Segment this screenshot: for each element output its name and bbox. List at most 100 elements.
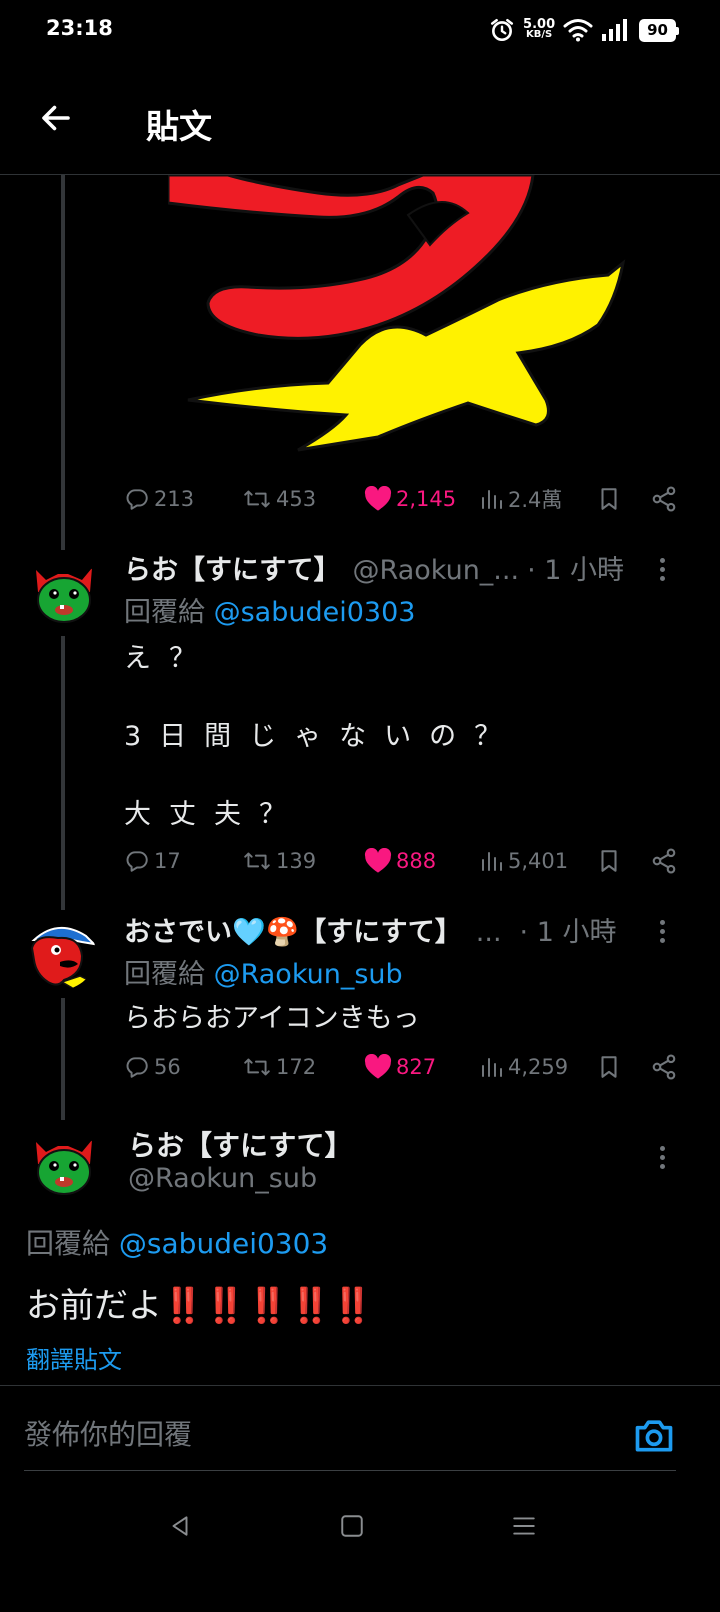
nav-back-button[interactable] [160, 1506, 200, 1546]
avatar[interactable] [28, 1128, 100, 1200]
bookmark-icon [601, 488, 617, 510]
bookmark-button[interactable] [596, 847, 622, 875]
signal-icon [602, 19, 628, 41]
reply-count: 56 [154, 1055, 181, 1079]
author-handle[interactable]: @Raokun_sub [128, 1163, 317, 1194]
retweet-icon [244, 490, 270, 508]
avatar[interactable] [24, 918, 96, 990]
battery-icon: 90 [639, 18, 679, 42]
tweet-text: らおらおアイコンきもっ [124, 1003, 420, 1034]
input-underline [24, 1470, 676, 1471]
views-icon [482, 490, 502, 509]
thread-line [61, 636, 65, 910]
reply-to: 回覆給 @sabudei0303 [124, 590, 415, 629]
author-handle[interactable]: @Raokun_... [353, 555, 520, 586]
views-button[interactable]: 4,259 [480, 1055, 568, 1079]
nav-menu-icon [513, 1517, 535, 1535]
reply-1-header: らお【すにすて】 @Raokun_... · 1 小時 [124, 548, 624, 587]
share-icon [652, 848, 676, 874]
retweet-button[interactable]: 172 [242, 1054, 316, 1080]
nav-home-icon [341, 1515, 363, 1537]
reply-to-label: 回覆給 [26, 1227, 111, 1260]
post-image-drawing [168, 175, 626, 452]
reply-icon [126, 489, 148, 510]
like-button[interactable]: 827 [364, 1054, 436, 1080]
views-count: 5,401 [508, 849, 569, 873]
bookmark-button[interactable] [596, 1053, 622, 1081]
camera-button[interactable] [632, 1413, 676, 1457]
like-button[interactable]: 2,145 [364, 486, 456, 512]
retweet-count: 172 [276, 1055, 317, 1079]
reply-count: 213 [154, 487, 195, 511]
more-icon[interactable] [652, 552, 672, 586]
reply-to-label: 回覆給 [124, 597, 205, 628]
mention-link[interactable]: @sabudei0303 [119, 1227, 328, 1260]
share-button[interactable] [650, 1053, 678, 1081]
reply-to: 回覆給 @sabudei0303 [26, 1222, 328, 1262]
retweet-icon [244, 1058, 270, 1076]
page-title: 貼文 [146, 107, 212, 146]
share-icon [652, 486, 676, 512]
thread-line [61, 175, 65, 550]
views-icon [482, 1058, 502, 1077]
more-icon[interactable] [652, 914, 672, 948]
reply-2-header: おさでい🩵🍄【すにすて】 ... · 1 小時 [124, 910, 616, 949]
author-name[interactable]: おさでい🩵🍄【すにすて】 [124, 910, 462, 949]
reply-to-label: 回覆給 [124, 959, 205, 990]
back-button[interactable] [34, 96, 78, 140]
thread-line [61, 998, 65, 1120]
author-name[interactable]: らお【すにすて】 [128, 1124, 353, 1164]
retweet-count: 139 [276, 849, 317, 873]
views-button[interactable]: 2.4萬 [480, 484, 562, 514]
heart-icon [364, 1054, 392, 1079]
avatar-drawing [24, 918, 96, 990]
avatar-drawing [28, 556, 100, 628]
mention-link[interactable]: @sabudei0303 [214, 597, 416, 628]
bookmark-icon [601, 850, 617, 872]
post-time[interactable]: · 1 小時 [520, 910, 617, 949]
image-post-actions: 213 453 2,145 2.4萬 [124, 482, 684, 516]
net-speed: 5.00 KB/S [523, 18, 555, 40]
views-count: 2.4萬 [508, 488, 563, 512]
reply-button[interactable]: 213 [124, 486, 194, 512]
post-time[interactable]: · 1 小時 [527, 548, 624, 587]
reply-1-actions: 17 139 888 5,401 [124, 844, 684, 878]
wifi-icon [563, 19, 593, 42]
heart-icon [364, 486, 392, 511]
share-icon [652, 1054, 676, 1080]
share-button[interactable] [650, 847, 678, 875]
reply-button[interactable]: 56 [124, 1054, 181, 1080]
net-speed-unit: KB/S [525, 29, 553, 40]
reply-button[interactable]: 17 [124, 848, 181, 874]
reply-2-actions: 56 172 827 4,259 [124, 1050, 684, 1084]
avatar-drawing [28, 1128, 100, 1200]
nav-menu-button[interactable] [504, 1506, 544, 1546]
bookmark-button[interactable] [596, 485, 622, 513]
tweet-text: お前だよ‼️‼️‼️‼️‼️ [26, 1286, 374, 1326]
more-icon[interactable] [652, 1140, 672, 1174]
views-button[interactable]: 5,401 [480, 849, 568, 873]
retweet-button[interactable]: 453 [242, 486, 316, 512]
avatar[interactable] [28, 556, 100, 628]
translate-post-link[interactable]: 翻譯貼文 [26, 1340, 122, 1375]
bookmark-icon [601, 1056, 617, 1078]
reply-to: 回覆給 @Raokun_sub [124, 952, 403, 991]
mention-link[interactable]: @Raokun_sub [214, 959, 403, 990]
views-count: 4,259 [508, 1055, 569, 1079]
retweet-icon [244, 852, 270, 870]
like-button[interactable]: 888 [364, 848, 436, 874]
share-button[interactable] [650, 485, 678, 513]
post-image[interactable] [168, 175, 678, 460]
retweet-button[interactable]: 139 [242, 848, 316, 874]
author-handle[interactable]: ... [476, 917, 502, 948]
reply-icon [126, 851, 148, 872]
nav-home-button[interactable] [332, 1506, 372, 1546]
author-name[interactable]: らお【すにすて】 [124, 548, 341, 587]
status-time: 23:18 [46, 16, 113, 40]
back-arrow-icon [42, 105, 70, 131]
alarm-icon [490, 18, 514, 42]
reply-input[interactable] [24, 1418, 614, 1451]
heart-icon [364, 848, 392, 873]
divider [0, 1385, 720, 1386]
like-count: 888 [396, 849, 437, 873]
